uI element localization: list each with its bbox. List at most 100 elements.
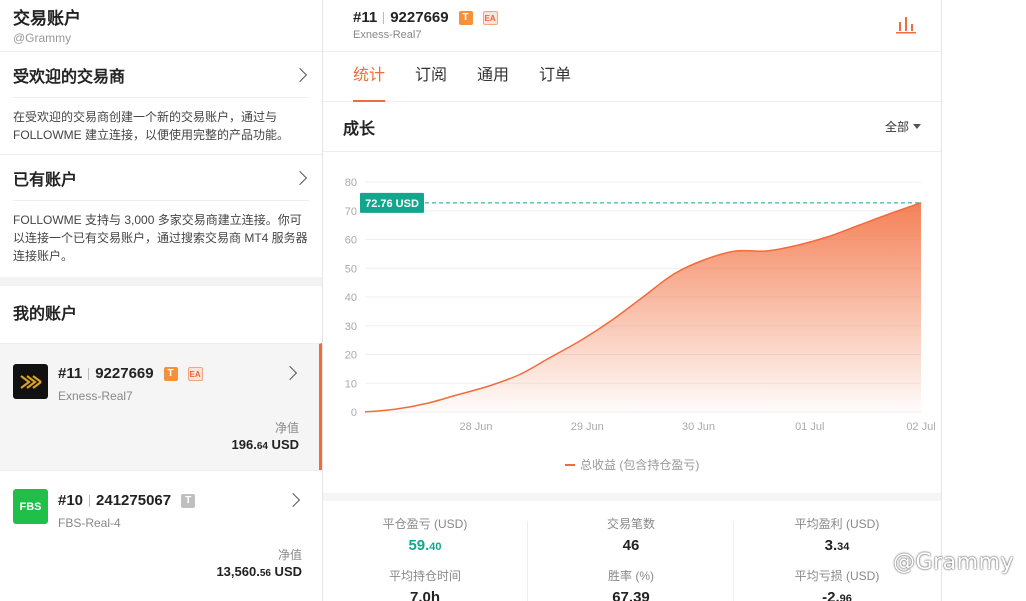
account-hash: #11 <box>58 365 83 382</box>
section-gap <box>0 277 322 286</box>
x-tick-label: 29 Jun <box>571 421 604 433</box>
account-card-10[interactable]: FBS #10 241275067 T FBS-Real-4 净值 13,560… <box>0 470 322 597</box>
my-accounts-title: 我的账户 <box>13 306 78 323</box>
exness-logo <box>13 364 48 399</box>
current-value-label: 72.76 USD <box>365 198 419 210</box>
stat-avg-profit: 平均盈利 (USD) 3.34 <box>737 515 937 554</box>
stat-value: 46 <box>531 537 731 554</box>
existing-account-desc: FOLLOWME 支持与 3,000 多家交易商建立连接。你可以连接一个已有交易… <box>13 213 308 263</box>
popular-broker-section: 受欢迎的交易商 在受欢迎的交易商创建一个新的交易账户，通过与 FOLLOWME … <box>0 52 322 154</box>
popular-broker-row[interactable]: 受欢迎的交易商 <box>13 52 309 98</box>
existing-account-title: 已有账户 <box>13 171 78 189</box>
equity-unit: USD <box>270 564 302 579</box>
chevron-right-icon <box>285 492 301 508</box>
account-server: FBS-Real-4 <box>58 516 121 530</box>
separator <box>383 11 385 24</box>
detail-header: #11 9227669 T EA Exness-Real7 <box>323 0 941 52</box>
y-tick-label: 20 <box>345 350 357 362</box>
detail-account-number: #11 9227669 T EA <box>353 9 941 26</box>
x-tick-label: 28 Jun <box>459 421 492 433</box>
stat-value-main: 3. <box>824 537 838 554</box>
account-number: #10 241275067 T <box>58 492 196 509</box>
stat-closed-pnl: 平仓盈亏 (USD) 59.40 <box>325 515 525 554</box>
stat-label: 平仓盈亏 (USD) <box>382 517 468 531</box>
account-card-11[interactable]: #11 9227669 T EA Exness-Real7 净值 196.64 … <box>0 343 322 470</box>
stat-value-main: 7.0h <box>409 589 440 601</box>
stat-value-main: 59. <box>408 537 430 554</box>
x-tick-label: 01 Jul <box>795 421 824 433</box>
equity-decimal: 56 <box>259 568 271 579</box>
account-number: #11 9227669 T EA <box>58 365 203 382</box>
equity-label: 净值 <box>274 421 299 435</box>
account-id: 9227669 <box>95 365 154 382</box>
y-tick-label: 70 <box>345 206 357 218</box>
popular-broker-title: 受欢迎的交易商 <box>13 68 126 86</box>
stat-avg-hold-time: 平均持仓时间 7.0h <box>325 567 525 601</box>
trader-badge: T <box>181 493 196 508</box>
stat-value: 67.39 <box>531 589 731 601</box>
stat-value-main: -2. <box>822 589 840 601</box>
equity-decimal: 64 <box>256 441 268 452</box>
ea-badge: EA <box>482 10 498 25</box>
stat-label: 平均盈利 (USD) <box>794 517 880 531</box>
growth-header: 成长 全部 <box>323 102 941 152</box>
y-tick-label: 80 <box>345 177 357 189</box>
watermark: @Grammy <box>893 550 1014 575</box>
x-tick-label: 30 Jun <box>682 421 715 433</box>
account-hash: #10 <box>58 492 84 509</box>
equity-main: 196. <box>231 437 257 452</box>
detail-server: Exness-Real7 <box>353 29 422 41</box>
y-tick-label: 60 <box>345 235 357 247</box>
fbs-logo: FBS <box>13 489 48 524</box>
growth-chart: 0 10 20 30 40 50 60 70 80 28 Jun 29 Jun 30 Jun 01 Ju… <box>345 177 936 472</box>
period-filter-label: 全部 <box>884 120 909 134</box>
exness-logo-mark <box>19 374 42 389</box>
y-tick-label: 50 <box>345 263 357 275</box>
bar-chart-icon[interactable] <box>895 14 917 34</box>
equity-label: 净值 <box>277 548 302 562</box>
tab-stats[interactable]: 统计 <box>338 52 400 102</box>
account-detail-panel: #11 9227669 T EA Exness-Real7 统计 订阅 通用 订… <box>323 0 941 601</box>
stat-value-decimal: 96 <box>839 593 852 601</box>
panel-border <box>941 0 942 601</box>
separator <box>88 367 90 380</box>
stat-value: 59.40 <box>325 537 525 554</box>
chevron-right-icon <box>282 365 298 381</box>
y-tick-label: 10 <box>345 378 357 390</box>
equity-value: 13,560.56 USD <box>216 564 302 579</box>
stat-value-decimal: 34 <box>837 541 850 553</box>
stat-value: 7.0h <box>325 589 525 601</box>
stat-value-main: 46 <box>622 537 640 554</box>
caret-down-icon <box>913 124 921 129</box>
stat-label: 胜率 (%) <box>608 569 654 583</box>
sidebar-header: 交易账户 @Grammy <box>0 0 322 52</box>
tab-orders[interactable]: 订单 <box>524 52 586 101</box>
page-title: 交易账户 <box>13 9 81 28</box>
equity-value: 196.64 USD <box>232 437 300 452</box>
stat-trade-count: 交易笔数 46 <box>531 515 731 554</box>
chevron-right-icon <box>292 67 308 82</box>
separator <box>89 494 91 507</box>
growth-title: 成长 <box>343 120 376 138</box>
user-handle: @Grammy <box>13 31 72 45</box>
existing-account-row[interactable]: 已有账户 <box>13 155 309 201</box>
x-tick-label: 02 Jul <box>906 421 935 433</box>
trader-badge: T <box>458 10 473 25</box>
period-filter[interactable]: 全部 <box>885 118 921 135</box>
y-tick-label: 0 <box>351 407 357 419</box>
popular-broker-desc: 在受欢迎的交易商创建一个新的交易账户，通过与 FOLLOWME 建立连接，以便使… <box>13 110 290 142</box>
stat-value-decimal: 40 <box>429 541 442 553</box>
stat-win-rate: 胜率 (%) 67.39 <box>531 567 731 601</box>
stat-value: -2.96 <box>737 589 937 601</box>
ea-badge: EA <box>187 366 203 381</box>
y-tick-label: 30 <box>345 321 357 333</box>
equity-unit: USD <box>267 437 299 452</box>
trader-badge: T <box>163 366 178 381</box>
tab-subscribe[interactable]: 订阅 <box>400 52 462 101</box>
stat-divider <box>733 521 734 601</box>
series-area <box>365 202 921 412</box>
equity-main: 13,560. <box>216 564 260 579</box>
tab-general[interactable]: 通用 <box>462 52 524 101</box>
existing-account-section: 已有账户 FOLLOWME 支持与 3,000 多家交易商建立连接。你可以连接一… <box>0 154 322 277</box>
legend-label: 总收益 (包含持仓盈亏) <box>580 457 699 472</box>
